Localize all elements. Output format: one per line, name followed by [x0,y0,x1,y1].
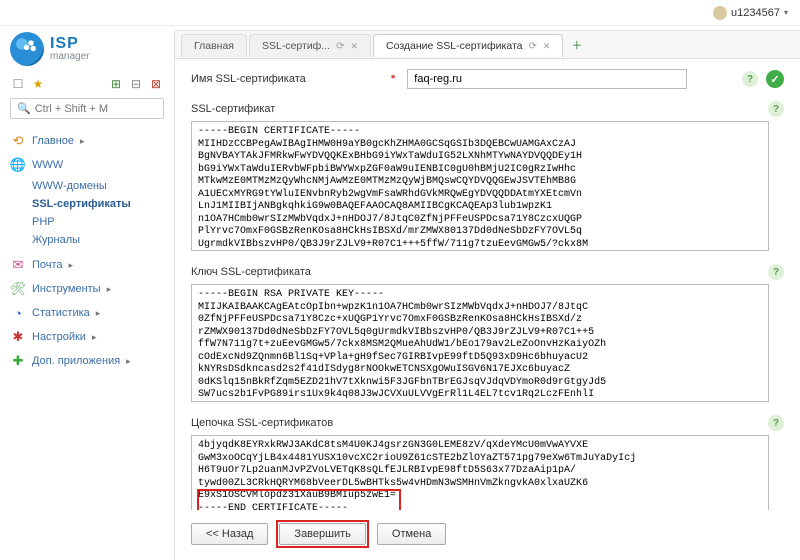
chevron-right-icon: ▸ [107,284,112,295]
tab-ssl[interactable]: SSL-сертиф... ⟳ ✕ [249,34,371,57]
collapse-icon[interactable]: ⊟ [128,76,144,92]
nav-addons[interactable]: ✚ Доп. приложения ▸ [10,349,164,373]
help-icon[interactable]: ? [768,101,784,117]
annotation-highlight: Завершить [276,520,368,548]
logo-mark [10,32,44,66]
nav-stats[interactable]: ◔ Статистика ▸ [10,301,164,325]
logo-isp: ISP [50,36,89,52]
nav-www[interactable]: 🌐 WWW [10,153,164,177]
ssl-chain-textarea[interactable] [191,435,769,510]
nav-tools[interactable]: 🛠 Инструменты ▸ [10,277,164,301]
chevron-right-icon: ▸ [69,260,74,271]
stats-icon: ◔ [10,305,26,321]
ssl-key-textarea[interactable] [191,284,769,402]
close-icon[interactable]: ✕ [350,41,358,52]
gear-icon: ✱ [10,329,26,345]
chevron-right-icon: ▸ [80,136,85,147]
add-tab-icon[interactable]: ＋ [571,37,582,53]
file-icon[interactable]: ☐ [10,76,26,92]
finish-button[interactable]: Завершить [279,523,365,545]
validate-ok-icon: ✓ [766,70,784,88]
tools-icon: 🛠 [10,281,26,297]
search-input[interactable] [35,103,157,115]
nav-ssl-certificates[interactable]: SSL-сертификаты [32,195,164,213]
nav-php[interactable]: PHP [32,213,164,231]
star-icon[interactable]: ★ [30,76,46,92]
mail-icon: ✉ [10,257,26,273]
nav-www-domains[interactable]: WWW-домены [32,177,164,195]
plus-app-icon: ✚ [10,353,26,369]
chevron-right-icon: ▸ [92,332,97,343]
tab-create-ssl[interactable]: Создание SSL-сертификата ⟳ ✕ [373,34,563,57]
cancel-button[interactable]: Отмена [377,523,446,545]
ssl-cert-textarea[interactable] [191,121,769,251]
required-mark: * [391,73,395,85]
label-ssl-key: Ключ SSL-сертификата [191,266,311,278]
nav-settings[interactable]: ✱ Настройки ▸ [10,325,164,349]
tab-home[interactable]: Главная [181,34,247,57]
nav-main[interactable]: ⟲ Главное ▸ [10,129,164,153]
caret-down-icon: ▾ [784,8,788,17]
label-ssl-chain: Цепочка SSL-сертификатов [191,417,333,429]
nav-mail[interactable]: ✉ Почта ▸ [10,253,164,277]
chevron-right-icon: ▸ [126,356,131,367]
search-icon: 🔍 [17,102,31,115]
user-name: u1234567 [731,7,780,19]
search-box[interactable]: 🔍 [10,98,164,119]
nav-logs[interactable]: Журналы [32,231,164,249]
home-icon: ⟲ [10,133,26,149]
close-all-icon[interactable]: ⊠ [148,76,164,92]
user-menu[interactable]: u1234567 ▾ [713,6,788,20]
close-icon[interactable]: ✕ [543,41,551,52]
globe-icon: 🌐 [10,157,26,173]
help-icon[interactable]: ? [768,264,784,280]
help-icon[interactable]: ? [768,415,784,431]
label-cert-name: Имя SSL-сертификата [191,73,391,85]
chevron-right-icon: ▸ [96,308,101,319]
cert-name-input[interactable] [407,69,687,89]
avatar [713,6,727,20]
back-button[interactable]: << Назад [191,523,268,545]
logo-manager: manager [50,52,89,62]
reload-icon[interactable]: ⟳ [528,41,536,52]
expand-icon[interactable]: ⊞ [108,76,124,92]
label-ssl-cert: SSL-сертификат [191,103,275,115]
logo[interactable]: ISP manager [10,32,164,66]
help-icon[interactable]: ? [742,71,758,87]
reload-icon[interactable]: ⟳ [336,41,344,52]
